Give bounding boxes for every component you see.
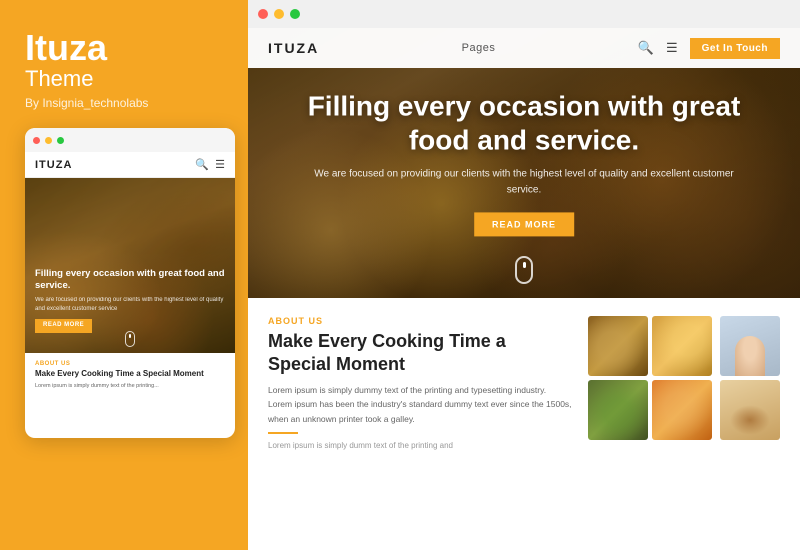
main-scroll-dot — [523, 262, 526, 268]
brand-title: Ituza — [25, 30, 107, 66]
main-hero-content: Filling every occasion with great food a… — [303, 89, 745, 236]
mini-about-label: ABOUT US — [35, 361, 225, 367]
food-image-3 — [588, 380, 648, 440]
mini-scroll-indicator — [125, 331, 135, 347]
mini-about-title: Make Every Cooking Time a Special Moment — [35, 369, 225, 379]
main-scroll-indicator — [515, 256, 533, 284]
main-about-section: ABOUT US Make Every Cooking Time a Speci… — [248, 298, 800, 550]
mini-hero-text: Filling every occasion with great food a… — [35, 268, 225, 333]
mini-about-text: Lorem ipsum is simply dummy text of the … — [35, 382, 225, 390]
mini-browser-bar — [25, 128, 235, 152]
get-in-touch-button[interactable]: Get In Touch — [690, 38, 780, 59]
mini-hero-title: Filling every occasion with great food a… — [35, 268, 225, 293]
person-image-bottom — [720, 380, 780, 440]
mini-about: ABOUT US Make Every Cooking Time a Speci… — [25, 353, 235, 395]
main-dot-yellow — [274, 9, 284, 19]
brand-subtitle: Theme — [25, 66, 93, 92]
main-dot-green — [290, 9, 300, 19]
about-divider — [268, 432, 298, 434]
food-image-4 — [652, 380, 712, 440]
main-hero: Filling every occasion with great food a… — [248, 28, 800, 298]
mini-dot-red — [33, 137, 40, 144]
mini-search-icon: 🔍 — [195, 158, 209, 171]
main-browser-bar — [248, 0, 800, 28]
mini-dot-green — [57, 137, 64, 144]
brand-by: By Insignia_technolabs — [25, 96, 148, 110]
main-nav-right: 🔍 ☰ Get In Touch — [638, 38, 780, 59]
about-title: Make Every Cooking Time a Special Moment — [268, 330, 572, 375]
mini-menu-icon: ☰ — [215, 158, 225, 171]
main-search-icon[interactable]: 🔍 — [638, 40, 654, 56]
mini-nav: ITUZA 🔍 ☰ — [25, 152, 235, 178]
food-image-2 — [652, 316, 712, 376]
mini-hero-subtitle: We are focused on providing our clients … — [35, 296, 225, 313]
mini-hero: Filling every occasion with great food a… — [25, 178, 235, 353]
main-logo: ITUZA — [268, 40, 319, 56]
main-hero-title: Filling every occasion with great food a… — [303, 89, 745, 156]
main-browser: ITUZA Pages 🔍 ☰ Get In Touch Filling eve… — [248, 0, 800, 550]
main-menu-icon[interactable]: ☰ — [666, 40, 678, 56]
mini-dot-yellow — [45, 137, 52, 144]
mini-nav-icons: 🔍 ☰ — [195, 158, 225, 171]
main-nav: ITUZA Pages 🔍 ☰ Get In Touch — [248, 28, 800, 68]
food-image-1 — [588, 316, 648, 376]
main-read-more-button[interactable]: READ MORE — [474, 213, 574, 237]
person-image-top — [720, 316, 780, 376]
main-hero-subtitle: We are focused on providing our clients … — [303, 167, 745, 199]
mini-browser-card: ITUZA 🔍 ☰ Filling every occasion with gr… — [25, 128, 235, 438]
about-text: ABOUT US Make Every Cooking Time a Speci… — [268, 316, 588, 532]
about-image-grid — [588, 316, 712, 532]
mini-scroll-dot — [129, 334, 131, 338]
about-body2: Lorem ipsum is simply dumm text of the p… — [268, 440, 572, 453]
main-dot-red — [258, 9, 268, 19]
main-nav-pages[interactable]: Pages — [462, 42, 496, 54]
mini-logo: ITUZA — [35, 159, 72, 171]
mini-read-more-button[interactable]: READ MORE — [35, 319, 92, 333]
about-label: ABOUT US — [268, 316, 572, 326]
person-image-column — [720, 316, 780, 532]
about-body: Lorem ipsum is simply dummy text of the … — [268, 383, 572, 426]
left-panel: Ituza Theme By Insignia_technolabs ITUZA… — [0, 0, 248, 550]
